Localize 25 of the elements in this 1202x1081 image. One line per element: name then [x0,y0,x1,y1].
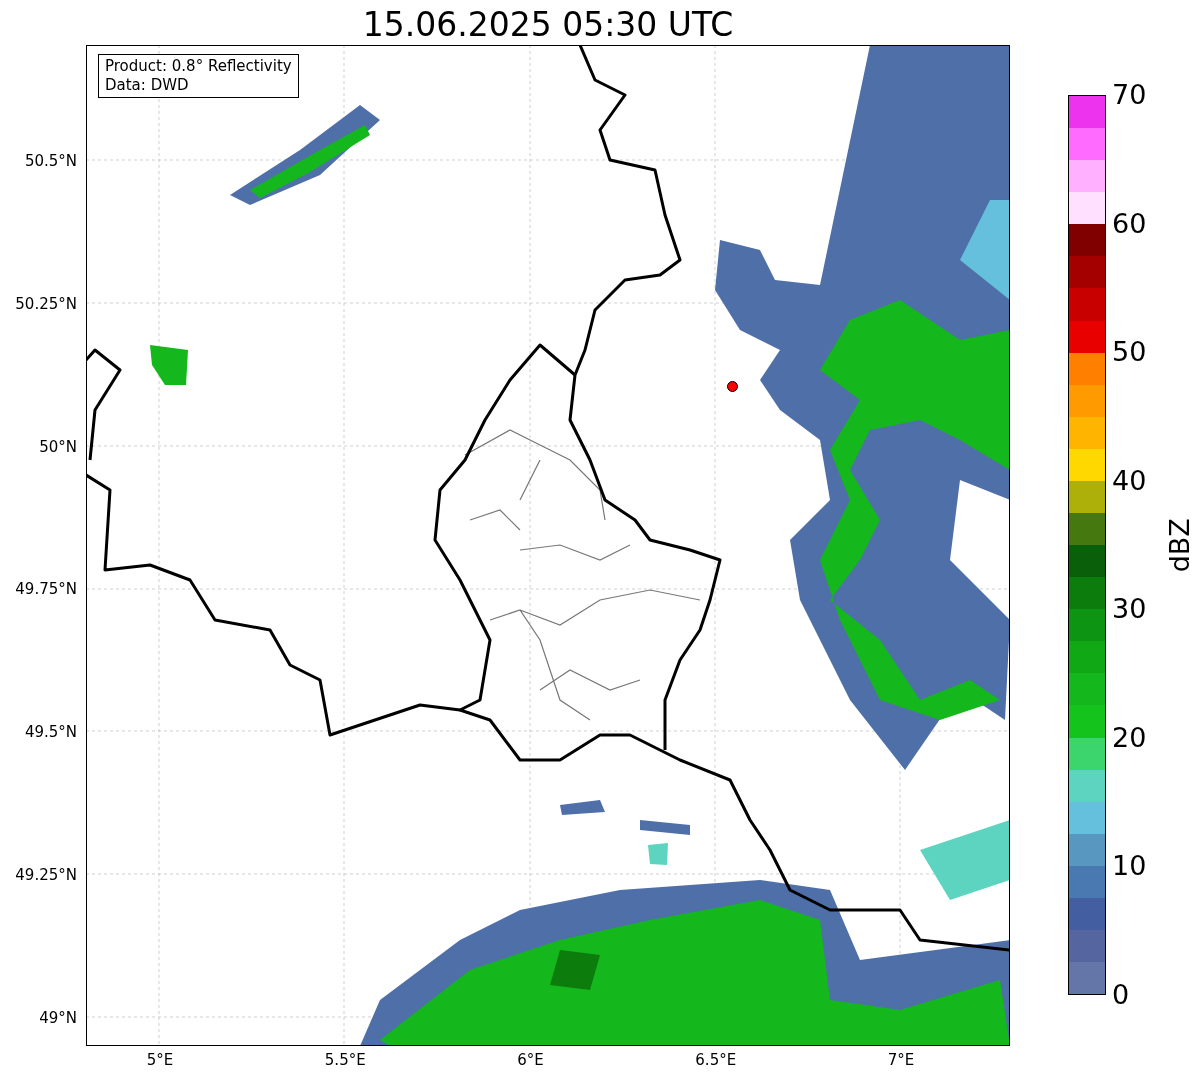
colorbar-tick-label: 70 [1112,79,1147,111]
x-tick-label: 5.5°E [323,1051,367,1069]
y-tick-label: 49.25°N [15,866,77,885]
radar-site-marker [727,381,738,392]
colorbar-tick-label: 50 [1112,336,1147,369]
info-text: Product: 0.8° Reflectivity [105,57,292,76]
info-text: Data: DWD [105,76,190,95]
colorbar-tick-label: 60 [1112,207,1147,240]
colorbar-tick-label: 30 [1112,593,1147,626]
y-tick-label: 49.75°N [15,580,77,599]
y-tick-label: 50°N [39,437,77,456]
x-tick-label: 6°E [516,1051,545,1069]
x-tick-label: 6.5°E [694,1051,738,1069]
colorbar-tick-label: 10 [1112,850,1147,883]
colorbar-tick-label: 0 [1112,979,1130,1011]
colorbar-tick-label: 40 [1112,464,1147,497]
y-tick-label: 50.5°N [24,152,77,170]
colorbar-tick-label: 20 [1112,721,1147,754]
y-tick-label: 50.25°N [15,294,77,313]
y-tick-label: 49°N [39,1008,77,1027]
chart-title: 15.06.2025 05:30 UTC [362,5,734,45]
x-tick-label: 7°E [886,1051,916,1069]
colorbar-label: dBZ [1162,518,1196,573]
x-tick-label: 5°E [145,1051,175,1069]
y-tick-label: 49.5°N [24,723,77,742]
